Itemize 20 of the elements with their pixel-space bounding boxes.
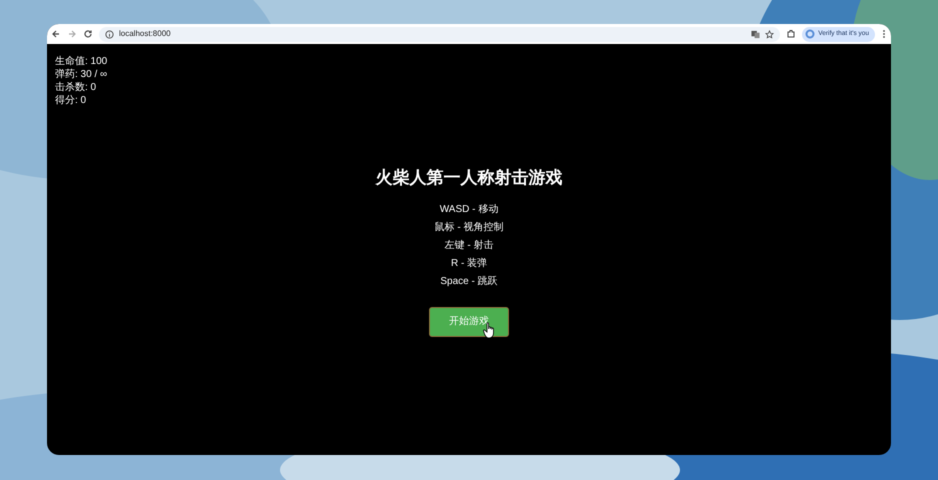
back-icon[interactable] bbox=[51, 29, 61, 39]
info-icon[interactable] bbox=[105, 30, 114, 38]
control-hint: 左键 - 射击 bbox=[444, 238, 494, 252]
extensions-icon[interactable] bbox=[786, 29, 796, 39]
control-hint: R - 装弹 bbox=[450, 256, 488, 270]
reload-icon[interactable] bbox=[83, 29, 93, 39]
hud-stat: 弹药: 30 / ∞ bbox=[55, 68, 108, 81]
control-hint: 鼠标 - 视角控制 bbox=[434, 220, 504, 234]
game-title: 火柴人第一人称射击游戏 bbox=[376, 167, 562, 189]
avatar-icon bbox=[805, 29, 816, 39]
control-hint: Space - 跳跃 bbox=[440, 274, 498, 288]
hud-stat: 击杀数: 0 bbox=[55, 81, 98, 94]
menu-icon[interactable] bbox=[881, 29, 887, 39]
hud-stat: 生命值: 100 bbox=[55, 55, 108, 68]
hud-stat: 得分: 0 bbox=[55, 94, 88, 107]
translate-icon[interactable] bbox=[751, 30, 760, 38]
url-text: localhost:8000 bbox=[119, 28, 171, 40]
star-icon[interactable] bbox=[765, 30, 774, 38]
address-bar[interactable]: localhost:8000 bbox=[99, 26, 780, 42]
control-hint: WASD - 移动 bbox=[440, 202, 498, 216]
